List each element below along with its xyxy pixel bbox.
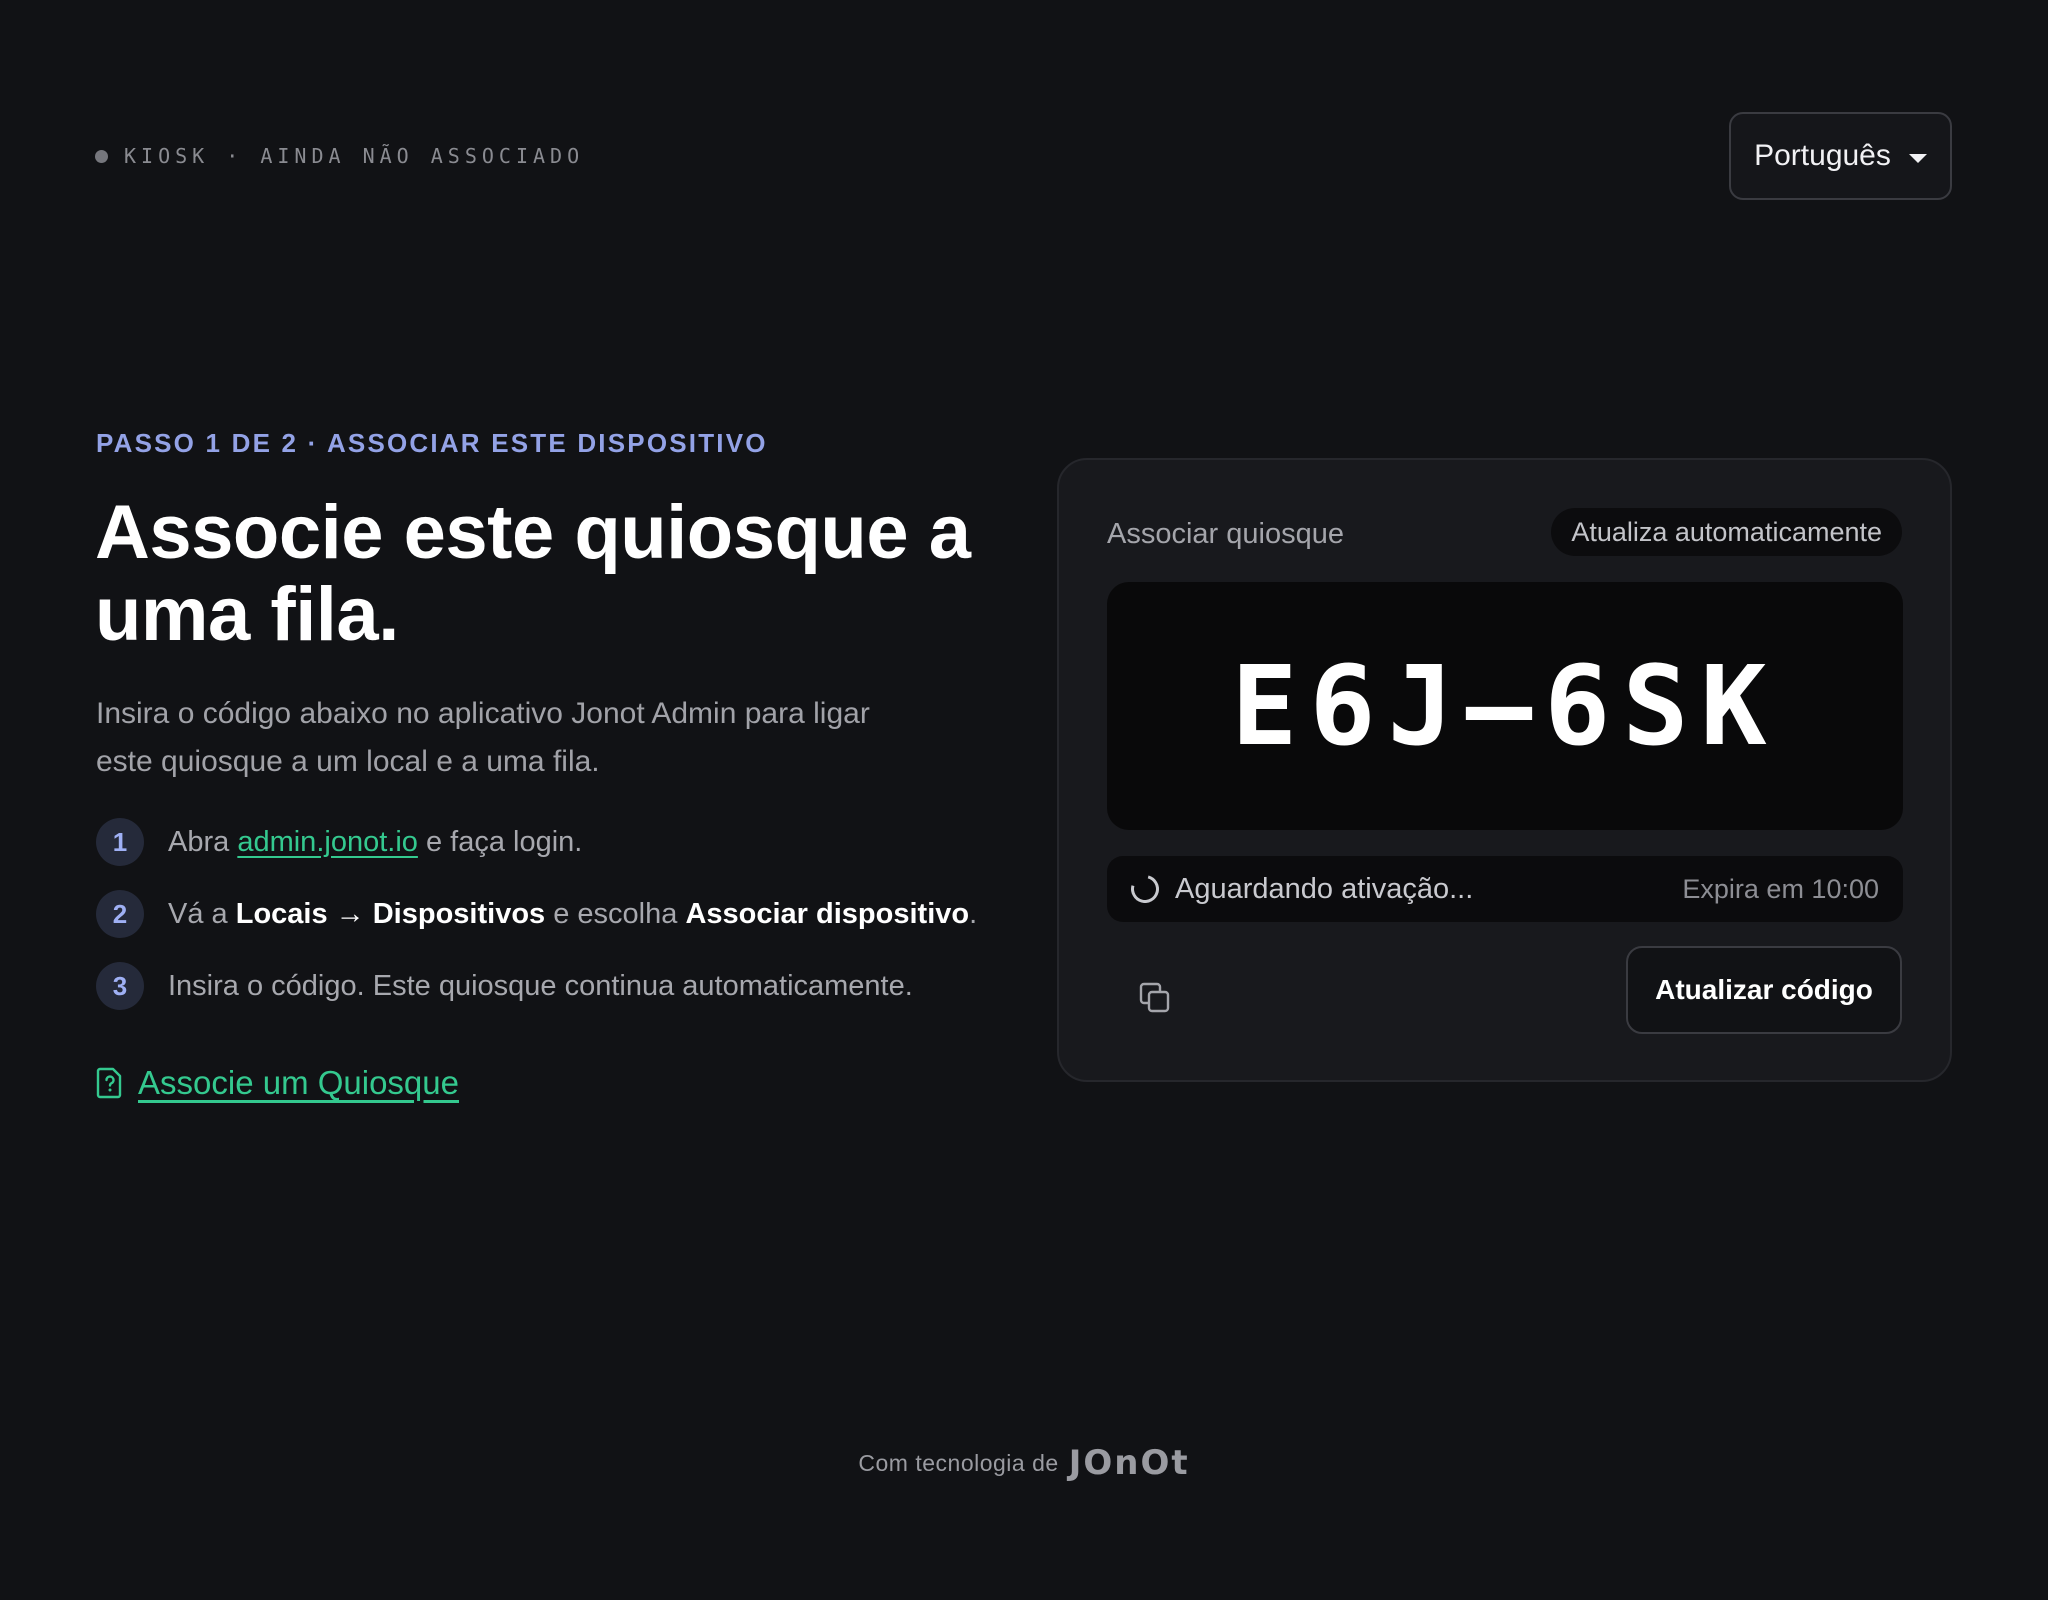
pairing-code: E6J–6SK bbox=[1231, 642, 1779, 770]
help-link[interactable]: Associe um Quiosque bbox=[96, 1064, 459, 1102]
caret-down-icon bbox=[1908, 153, 1927, 163]
page-title: Associe este quiosque a uma fila. bbox=[95, 490, 971, 657]
step-text-end: . bbox=[969, 897, 978, 930]
copy-code-button[interactable] bbox=[1127, 970, 1183, 1026]
instruction-step: 3 Insira o código. Este quiosque continu… bbox=[96, 962, 996, 1010]
step-eyebrow: PASSO 1 DE 2 · ASSOCIAR ESTE DISPOSITIVO bbox=[96, 428, 768, 458]
step-text-middle: e escolha bbox=[553, 897, 678, 930]
status-dot-icon bbox=[95, 149, 108, 163]
step-number-badge: 1 bbox=[96, 818, 144, 866]
step-text-prefix: Vá a bbox=[168, 897, 228, 930]
kiosk-status-line: KIOSK · AINDA NÃO ASSOCIADO bbox=[95, 144, 584, 168]
pairing-card: Associar quiosque Atualiza automaticamen… bbox=[1057, 458, 1952, 1082]
expiry-timer: Expira em 10:00 bbox=[1682, 873, 1879, 904]
pairing-page: KIOSK · AINDA NÃO ASSOCIADO Português PA… bbox=[0, 0, 2048, 1600]
activation-status: Aguardando ativação... bbox=[1175, 872, 1474, 905]
step-text: Vá a Locais → Dispositivos e escolha Ass… bbox=[168, 898, 977, 931]
nav-label-dispositivos: Dispositivos bbox=[372, 897, 546, 930]
instruction-step: 1 Abra admin.jonot.io e faça login. bbox=[96, 818, 996, 866]
copy-icon bbox=[1139, 982, 1170, 1013]
language-select[interactable]: Português bbox=[1729, 112, 1952, 200]
step-number-badge: 3 bbox=[96, 962, 144, 1010]
instruction-steps: 1 Abra admin.jonot.io e faça login. 2 Vá… bbox=[96, 818, 996, 1034]
auto-refresh-badge: Atualiza automaticamente bbox=[1551, 508, 1902, 556]
step-text-prefix: Abra bbox=[168, 825, 230, 858]
card-title: Associar quiosque bbox=[1107, 518, 1344, 550]
help-document-icon bbox=[96, 1067, 122, 1099]
step-text: Insira o código. Este quiosque continua … bbox=[168, 969, 913, 1002]
step-number-badge: 2 bbox=[96, 890, 144, 938]
instruction-step: 2 Vá a Locais → Dispositivos e escolha A… bbox=[96, 890, 996, 938]
pairing-code-box: E6J–6SK bbox=[1107, 582, 1903, 830]
step-text: Abra admin.jonot.io e faça login. bbox=[168, 826, 582, 859]
activation-status-bar: Aguardando ativação... Expira em 10:00 bbox=[1107, 856, 1903, 922]
footer: Com tecnologia de JOnOt bbox=[0, 1446, 2048, 1480]
kiosk-status-label: KIOSK · AINDA NÃO ASSOCIADO bbox=[124, 144, 585, 168]
refresh-code-button[interactable]: Atualizar código bbox=[1626, 946, 1902, 1034]
language-select-value: Português bbox=[1754, 139, 1891, 172]
admin-link[interactable]: admin.jonot.io bbox=[237, 826, 418, 858]
spinner-icon bbox=[1125, 869, 1165, 909]
help-link-label: Associe um Quiosque bbox=[138, 1064, 459, 1101]
page-subtitle: Insira o código abaixo no aplicativo Jon… bbox=[96, 697, 870, 778]
jonot-logo: JOnOt bbox=[1068, 1443, 1190, 1483]
powered-by-text: Com tecnologia de bbox=[858, 1449, 1059, 1476]
nav-label-locais: Locais bbox=[235, 897, 328, 930]
arrow-right-icon: → bbox=[335, 897, 365, 930]
step-text-suffix: e faça login. bbox=[425, 825, 583, 858]
nav-label-associar: Associar dispositivo bbox=[685, 897, 970, 930]
